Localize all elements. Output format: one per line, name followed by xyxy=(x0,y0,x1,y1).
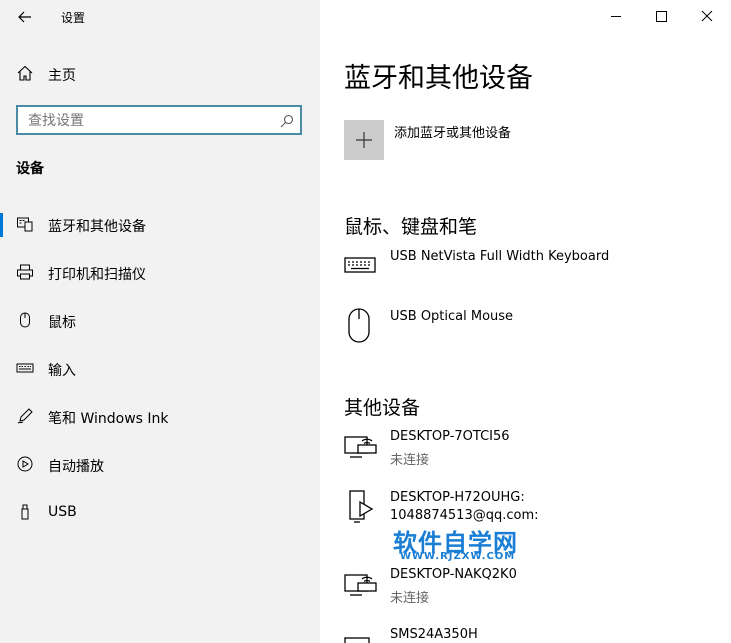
main-content: 蓝牙和其他设备 添加蓝牙或其他设备 鼠标、键盘和笔 USB NetVista F… xyxy=(320,0,731,643)
device-status: 未连接 xyxy=(390,591,430,606)
network-display-icon xyxy=(344,431,378,463)
sidebar: 设置 主页 设备 蓝牙和其他设备 打印机和扫描仪 鼠标 xyxy=(0,0,320,643)
monitor-icon xyxy=(344,631,378,643)
maximize-icon xyxy=(656,11,667,22)
add-device-label: 添加蓝牙或其他设备 xyxy=(394,126,512,141)
autoplay-icon xyxy=(16,455,34,473)
network-display-icon xyxy=(344,569,378,601)
other-devices-heading: 其他设备 xyxy=(344,397,421,419)
sidebar-item-pen[interactable]: 笔和 Windows Ink xyxy=(0,397,320,437)
sidebar-item-usb[interactable]: USB xyxy=(0,493,320,533)
sidebar-item-mouse[interactable]: 鼠标 xyxy=(0,301,320,341)
pen-icon xyxy=(16,407,34,425)
device-item[interactable]: DESKTOP-NAKQ2K0 未连接 xyxy=(320,565,720,615)
media-device-icon xyxy=(344,490,378,528)
maximize-button[interactable] xyxy=(638,0,684,32)
sidebar-item-autoplay[interactable]: 自动播放 xyxy=(0,445,320,485)
keyboard-icon xyxy=(16,359,34,377)
add-icon xyxy=(344,120,384,160)
device-item[interactable]: SMS24A350H xyxy=(320,625,720,643)
device-name: DESKTOP-NAKQ2K0 xyxy=(390,567,517,582)
sidebar-item-label: 输入 xyxy=(48,363,76,379)
device-item[interactable]: DESKTOP-7OTCI56 未连接 xyxy=(320,427,720,477)
keyboard-device-icon xyxy=(344,253,376,281)
sidebar-item-label: 笔和 Windows Ink xyxy=(48,411,169,427)
home-icon xyxy=(16,64,34,82)
device-name: SMS24A350H xyxy=(390,627,478,642)
device-name: DESKTOP-7OTCI56 xyxy=(390,429,510,444)
search-box[interactable] xyxy=(16,105,302,135)
section-title: 设备 xyxy=(16,161,44,177)
printer-icon xyxy=(16,263,34,281)
device-name: DESKTOP-H72OUHG: xyxy=(390,490,525,505)
watermark-url: WWW.RJZXW.COM xyxy=(400,551,516,562)
sidebar-item-label: 蓝牙和其他设备 xyxy=(48,219,146,235)
device-status: 1048874513@qq.com: xyxy=(390,508,539,523)
mouse-device-icon xyxy=(344,307,376,349)
minimize-button[interactable] xyxy=(593,0,639,32)
window-title: 设置 xyxy=(61,11,86,25)
device-name: USB Optical Mouse xyxy=(390,309,514,324)
page-title: 蓝牙和其他设备 xyxy=(344,63,533,94)
sidebar-item-label: 自动播放 xyxy=(48,459,104,475)
bluetooth-devices-icon xyxy=(16,215,34,233)
sidebar-item-label: USB xyxy=(48,504,77,520)
device-item[interactable]: USB NetVista Full Width Keyboard xyxy=(320,245,720,295)
sidebar-item-typing[interactable]: 输入 xyxy=(0,349,320,389)
sidebar-item-bluetooth[interactable]: 蓝牙和其他设备 xyxy=(0,205,320,245)
device-item[interactable]: USB Optical Mouse xyxy=(320,305,720,355)
sidebar-item-label: 主页 xyxy=(48,68,76,84)
device-status: 未连接 xyxy=(390,453,430,468)
usb-icon xyxy=(16,503,34,521)
add-device-button[interactable]: 添加蓝牙或其他设备 xyxy=(344,120,644,160)
device-item[interactable]: DESKTOP-H72OUHG: 1048874513@qq.com: xyxy=(320,488,720,548)
minimize-icon xyxy=(611,16,621,17)
mouse-icon xyxy=(16,311,34,329)
mouse-keyboard-heading: 鼠标、键盘和笔 xyxy=(344,216,478,238)
sidebar-item-printers[interactable]: 打印机和扫描仪 xyxy=(0,253,320,293)
back-arrow-icon[interactable] xyxy=(16,8,34,26)
sidebar-item-home[interactable]: 主页 xyxy=(0,54,320,94)
search-input[interactable] xyxy=(26,111,270,131)
sidebar-item-label: 鼠标 xyxy=(48,315,76,331)
search-icon[interactable] xyxy=(280,113,294,128)
close-icon xyxy=(701,10,713,22)
device-name: USB NetVista Full Width Keyboard xyxy=(390,249,610,264)
sidebar-item-label: 打印机和扫描仪 xyxy=(48,267,146,283)
close-button[interactable] xyxy=(684,0,730,32)
